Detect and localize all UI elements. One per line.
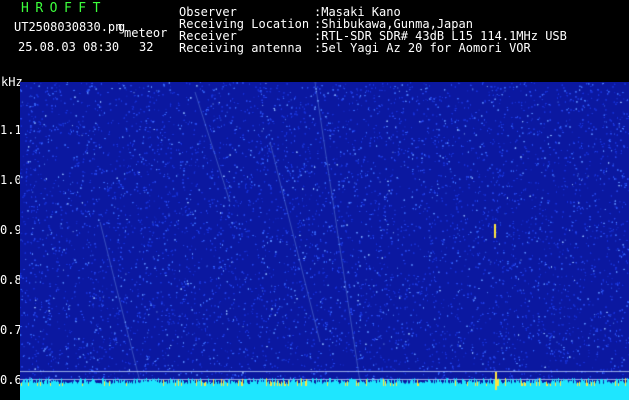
header-panel: HROFFT UT2508030830.pn g meteor 25.08.03…	[0, 0, 629, 76]
antenna-label: Receiving antenna	[179, 41, 302, 55]
antenna-value: :5el Yagi Az 20 for Aomori VOR	[314, 41, 531, 55]
y-tick-label: 0.7	[0, 323, 22, 337]
spectrogram-canvas	[20, 82, 629, 400]
y-tick-label: 0.9	[0, 223, 22, 237]
app-name: HROFFT	[21, 1, 107, 16]
y-tick-label: 1.1	[0, 123, 22, 137]
mode-label: meteor	[124, 26, 168, 40]
y-tick-label: 1.0	[0, 173, 22, 187]
y-tick-label: 0.8	[0, 273, 22, 287]
filename-label: UT2508030830.pn	[14, 20, 123, 34]
frequency-axis: kHz 1.1 1.0 0.9 0.8 0.7 0.6	[0, 76, 23, 400]
count-label: 32	[139, 40, 154, 54]
y-tick-label: 0.6	[0, 373, 22, 387]
datetime-label: 25.08.03 08:30	[18, 40, 120, 54]
